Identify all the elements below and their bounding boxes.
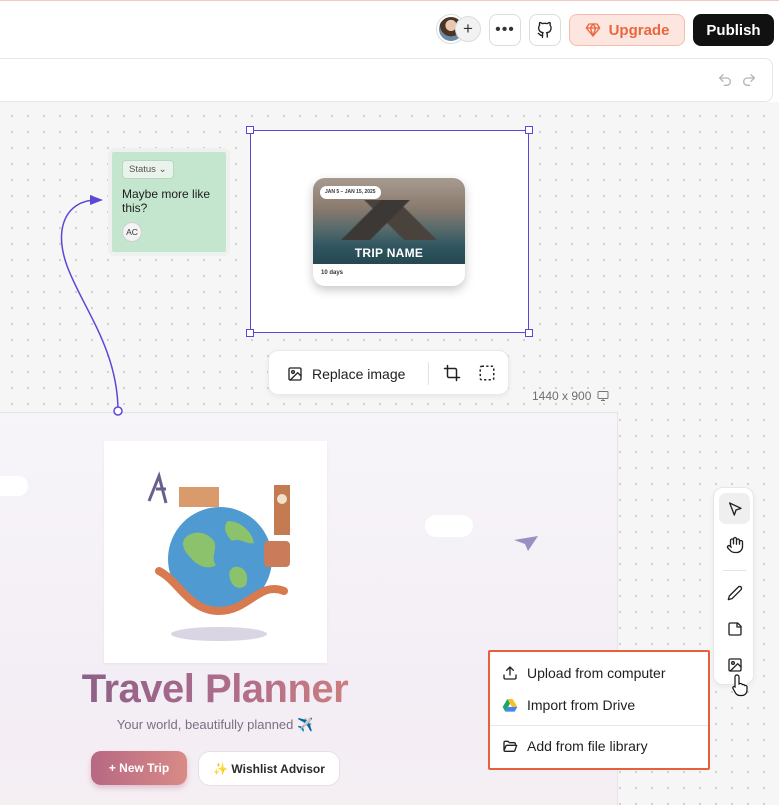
folder-open-icon	[503, 740, 518, 752]
github-icon	[537, 21, 552, 39]
menu-item-upload[interactable]: Upload from computer	[502, 662, 666, 684]
rail-divider	[723, 570, 746, 571]
upload-icon	[503, 666, 517, 680]
cloud-decoration	[425, 515, 473, 537]
image-toolbar: Replace image	[268, 350, 509, 395]
sticky-note-icon	[727, 621, 742, 636]
hand-tool[interactable]	[719, 529, 750, 560]
add-collaborator-button[interactable]: +	[455, 16, 481, 42]
menu-item-label: Add from file library	[527, 738, 648, 754]
new-trip-button[interactable]: + New Trip	[91, 751, 187, 785]
google-drive-icon	[502, 699, 518, 712]
app-subtitle: Your world, beautifully planned ✈️	[116, 717, 314, 732]
select-tool[interactable]	[719, 493, 750, 524]
author-avatar: AC	[122, 222, 142, 242]
more-options-button[interactable]: •••	[489, 14, 521, 46]
menu-item-label: Upload from computer	[527, 665, 666, 681]
image-icon	[727, 657, 742, 672]
resize-handle-top-right[interactable]	[525, 126, 533, 134]
menu-item-file-library[interactable]: Add from file library	[502, 735, 648, 757]
image-icon	[288, 367, 302, 381]
hand-icon	[726, 536, 743, 553]
paper-plane-icon	[514, 536, 538, 551]
trip-dates: JAN 5 – JAN 15, 2025	[320, 186, 381, 199]
monitor-icon	[597, 391, 609, 401]
pointer-icon	[728, 501, 742, 516]
tool-rail	[713, 487, 754, 685]
trip-name: TRIP NAME	[354, 246, 424, 260]
pencil-icon	[727, 585, 742, 600]
sticky-note[interactable]: Status ⌄ Maybe more like this? AC	[108, 148, 230, 256]
hand-cursor-icon	[732, 674, 748, 697]
upgrade-button[interactable]: Upgrade	[569, 14, 685, 46]
menu-separator	[490, 725, 708, 726]
status-label: Status	[129, 164, 156, 175]
replace-image-button[interactable]: Replace image	[287, 363, 405, 385]
gem-icon	[585, 23, 600, 37]
wishlist-advisor-button[interactable]: ✨ Wishlist Advisor	[198, 751, 340, 786]
replace-image-label: Replace image	[312, 366, 406, 382]
top-bar: + ••• Upgrade Publish	[0, 0, 779, 58]
select-area-button[interactable]	[478, 364, 496, 382]
status-dropdown[interactable]: Status ⌄	[122, 160, 174, 179]
crop-icon	[443, 364, 461, 382]
sticky-note-text: Maybe more like this?	[122, 187, 211, 215]
app-title: Travel Planner	[0, 667, 430, 712]
trip-card-image: JAN 5 – JAN 15, 2025 TRIP NAME 10 days	[313, 178, 465, 286]
resize-handle-bottom-right[interactable]	[525, 329, 533, 337]
editor-toolbar	[0, 58, 773, 102]
resize-handle-top-left[interactable]	[246, 126, 254, 134]
publish-button[interactable]: Publish	[693, 14, 774, 46]
crop-button[interactable]	[443, 364, 461, 382]
upgrade-label: Upgrade	[608, 21, 670, 39]
globe-landmarks-icon	[147, 471, 290, 641]
trip-duration: 10 days	[321, 270, 344, 276]
menu-item-drive[interactable]: Import from Drive	[502, 694, 635, 716]
selected-image[interactable]: JAN 5 – JAN 15, 2025 TRIP NAME 10 days	[250, 130, 529, 333]
dashed-square-icon	[479, 365, 495, 381]
mountain-shape	[313, 200, 465, 240]
pencil-tool[interactable]	[719, 577, 750, 608]
redo-icon	[743, 74, 755, 86]
undo-button[interactable]	[717, 72, 733, 88]
undo-icon	[719, 74, 731, 86]
github-button[interactable]	[529, 14, 561, 46]
globe-illustration	[104, 441, 327, 663]
resize-handle-bottom-left[interactable]	[246, 329, 254, 337]
image-source-menu: Upload from computer Import from Drive A…	[488, 650, 710, 770]
toolbar-divider	[428, 362, 429, 385]
chevron-down-icon: ⌄	[158, 164, 167, 175]
sticky-note-tool[interactable]	[719, 613, 750, 644]
collaborators[interactable]: +	[437, 15, 481, 45]
dimensions-label: 1440 x 900	[532, 389, 592, 403]
canvas-dimensions: 1440 x 900	[532, 389, 609, 403]
cloud-decoration	[0, 476, 28, 496]
menu-item-label: Import from Drive	[527, 697, 636, 713]
redo-button[interactable]	[741, 72, 757, 88]
